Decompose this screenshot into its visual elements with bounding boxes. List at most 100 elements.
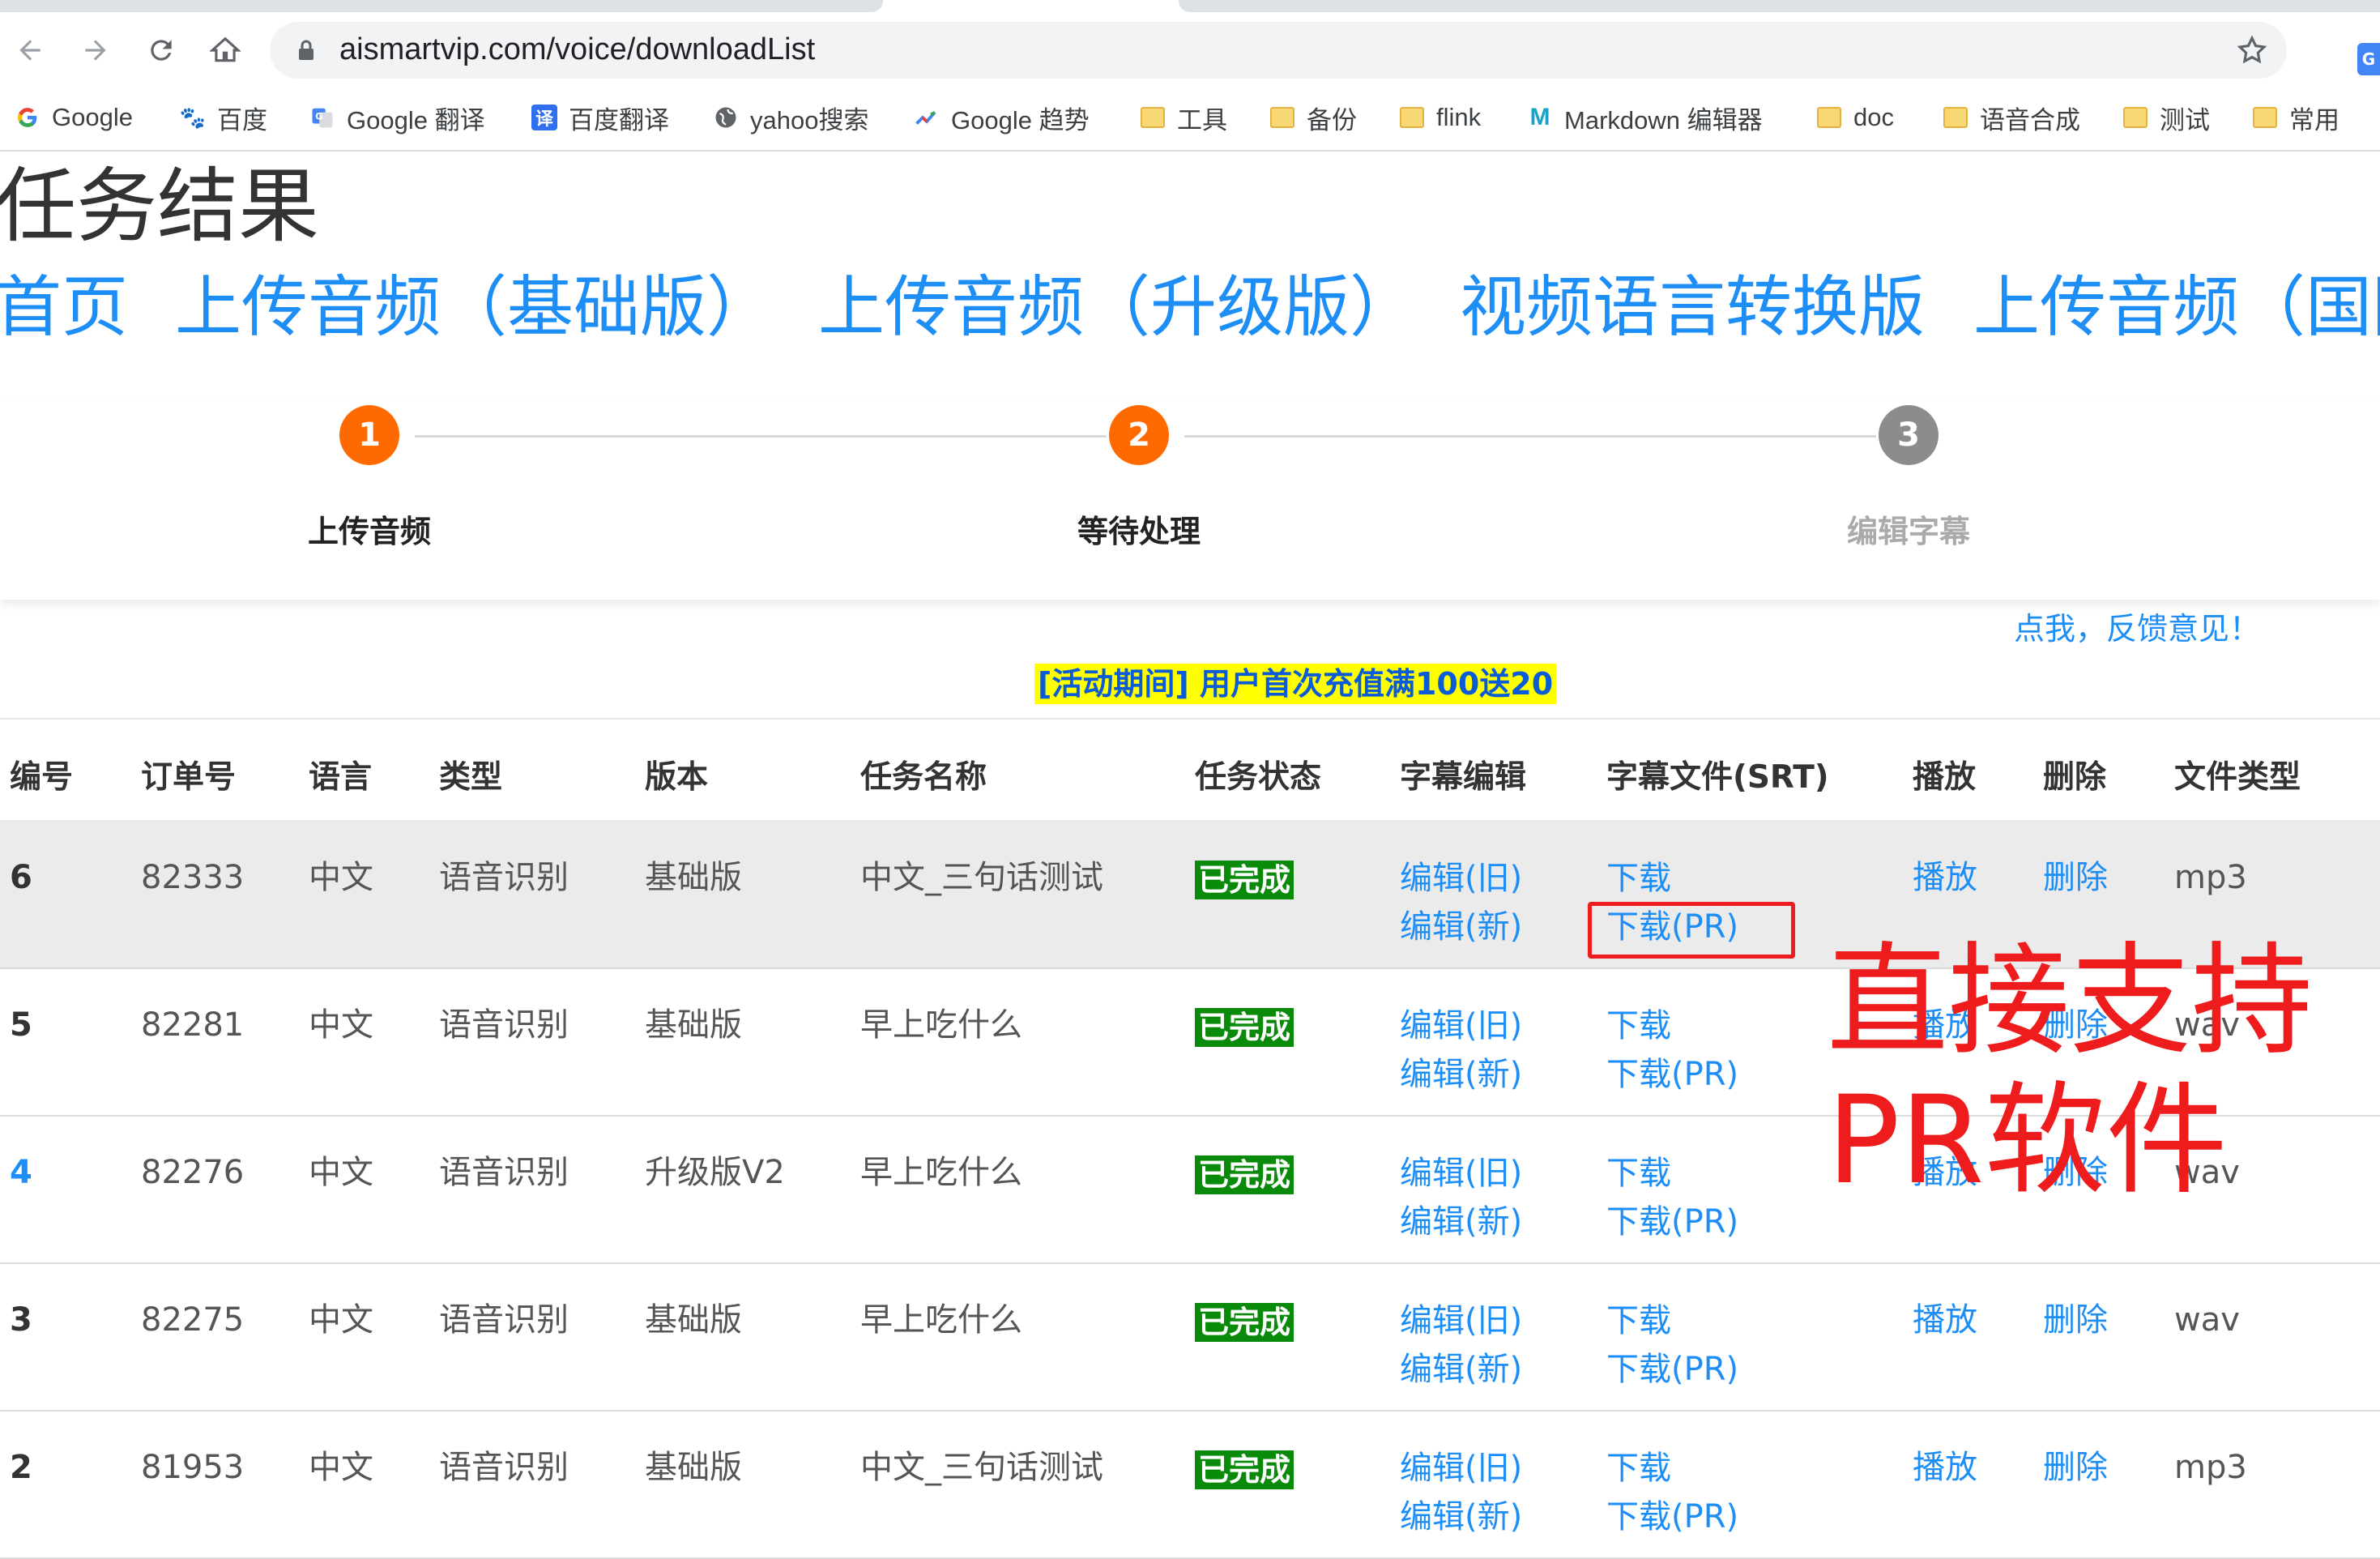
row-id: 6	[10, 859, 32, 896]
delete-link[interactable]: 删除	[2043, 854, 2108, 901]
file-type: mp3	[2174, 1449, 2247, 1486]
lock-icon	[299, 40, 313, 60]
bookmark-folder-common[interactable]: 常用	[2252, 100, 2339, 135]
download-link[interactable]: 下载	[1606, 1149, 1738, 1198]
bookmark-label: 常用	[2289, 105, 2339, 135]
bookmark-label: 百度	[217, 105, 267, 135]
task-type: 语音识别	[439, 1449, 569, 1486]
top-nav: 首页 上传音频（基础版） 上传音频（升级版） 视频语言转换版 上传音频（国际	[0, 263, 2380, 352]
bookmark-markdown[interactable]: M Markdown 编辑器	[1527, 100, 1763, 135]
download-link[interactable]: 下载	[1606, 1444, 1738, 1493]
folder-icon	[2252, 105, 2278, 130]
forward-button[interactable]	[75, 30, 116, 70]
delete-link[interactable]: 删除	[2043, 1444, 2108, 1491]
table-header: 编号 订单号 语言 类型 版本 任务名称 任务状态 字幕编辑 字幕文件(SRT)…	[0, 718, 2380, 823]
order-number: 82281	[141, 1006, 245, 1044]
status-badge: 已完成	[1195, 1303, 1294, 1342]
edit-new-link[interactable]: 编辑(新)	[1400, 1493, 1522, 1541]
bookmark-folder-test[interactable]: 测试	[2122, 100, 2210, 135]
progress-steps: 1 2 3 上传音频 等待处理 编辑字幕	[0, 397, 2380, 600]
delete-link[interactable]: 删除	[2043, 1296, 2108, 1343]
inactive-tab[interactable]	[1179, 0, 2380, 12]
bookmark-google-trends[interactable]: Google 趋势	[914, 100, 1090, 135]
inactive-tab[interactable]	[0, 0, 883, 12]
extension-icon[interactable]: G	[2357, 43, 2380, 75]
step-1-circle: 1	[339, 405, 399, 465]
reload-icon	[151, 40, 172, 61]
task-type: 语音识别	[439, 1154, 569, 1191]
nav-video-language[interactable]: 视频语言转换版	[1460, 263, 1925, 352]
annotation-text: 直接支持 PR软件	[1827, 931, 2314, 1211]
edit-new-link[interactable]: 编辑(新)	[1400, 1198, 1522, 1246]
row-id[interactable]: 4	[10, 1149, 32, 1196]
download-pr-link[interactable]: 下载(PR)	[1606, 1493, 1738, 1541]
column-header: 播放	[1913, 759, 1977, 796]
nav-upload-basic[interactable]: 上传音频（基础版）	[175, 263, 773, 352]
star-icon[interactable]	[2235, 33, 2269, 67]
bookmark-baidu[interactable]: 🐾 百度	[180, 100, 267, 135]
trends-icon	[914, 105, 940, 130]
nav-upload-international[interactable]: 上传音频（国际	[1973, 263, 2380, 352]
column-header: 任务名称	[860, 759, 987, 796]
edit-old-link[interactable]: 编辑(旧)	[1400, 1296, 1522, 1345]
bookmark-folder-doc[interactable]: doc	[1816, 100, 1894, 135]
order-number: 81953	[141, 1449, 245, 1486]
bookmark-google-translate[interactable]: G Google 翻译	[309, 100, 485, 135]
edit-new-link[interactable]: 编辑(新)	[1400, 1345, 1522, 1394]
play-link[interactable]: 播放	[1913, 1444, 1977, 1491]
download-link[interactable]: 下载	[1606, 854, 1738, 903]
download-pr-link[interactable]: 下载(PR)	[1606, 1345, 1738, 1394]
nav-upload-advanced[interactable]: 上传音频（升级版）	[818, 263, 1416, 352]
version: 基础版	[645, 859, 742, 896]
feedback-link[interactable]: 点我，反馈意见！	[2014, 604, 2260, 648]
column-header: 字幕文件(SRT)	[1606, 759, 1829, 796]
download-link[interactable]: 下载	[1606, 1296, 1738, 1345]
table-row: 2 81953 中文 语音识别 基础版 中文_三句话测试 已完成 编辑(旧) 编…	[0, 1410, 2380, 1559]
bookmark-folder-tools[interactable]: 工具	[1140, 100, 1227, 135]
srt-download-links: 下载 下载(PR)	[1606, 1002, 1738, 1099]
page-title: 任务结果	[0, 159, 319, 254]
play-link[interactable]: 播放	[1913, 854, 1977, 901]
svg-text:G: G	[315, 112, 322, 122]
bookmark-google[interactable]: Google	[15, 100, 133, 135]
play-link[interactable]: 播放	[1913, 1296, 1977, 1343]
step-3-circle: 3	[1879, 405, 1939, 465]
download-pr-link[interactable]: 下载(PR)	[1606, 1050, 1738, 1099]
step-2-circle: 2	[1109, 405, 1169, 465]
edit-new-link[interactable]: 编辑(新)	[1400, 903, 1522, 951]
reload-button[interactable]	[141, 30, 181, 70]
back-button[interactable]	[10, 30, 50, 70]
language: 中文	[309, 1006, 373, 1044]
bookmark-folder-backup[interactable]: 备份	[1269, 100, 1357, 135]
bookmark-label: doc	[1853, 103, 1894, 131]
step-2-label: 等待处理	[1077, 514, 1201, 549]
bookmark-baidu-translate[interactable]: 译 百度翻译	[531, 100, 669, 135]
step-connector	[1184, 435, 1876, 438]
edit-old-link[interactable]: 编辑(旧)	[1400, 1149, 1522, 1198]
nav-home[interactable]: 首页	[0, 263, 128, 352]
bookmark-label: 工具	[1177, 105, 1227, 135]
bookmark-yahoo[interactable]: yahoo搜索	[713, 100, 868, 135]
subtitle-edit-links: 编辑(旧) 编辑(新)	[1400, 1444, 1522, 1541]
address-bar[interactable]: aismartvip.com/voice/downloadList	[270, 22, 2287, 79]
bookmark-folder-flink[interactable]: flink	[1399, 100, 1481, 135]
language: 中文	[309, 1154, 373, 1191]
home-button[interactable]	[205, 30, 245, 70]
version: 升级版V2	[645, 1154, 785, 1191]
bookmark-label: Markdown 编辑器	[1564, 105, 1763, 135]
tab-strip	[0, 0, 2380, 12]
srt-download-links: 下载 下载(PR)	[1606, 1296, 1738, 1394]
url-text[interactable]: aismartvip.com/voice/downloadList	[339, 32, 815, 67]
edit-old-link[interactable]: 编辑(旧)	[1400, 854, 1522, 903]
version: 基础版	[645, 1006, 742, 1044]
folder-icon	[1943, 105, 1968, 130]
promo-banner: [活动期间] 用户首次充值满100送20	[1034, 664, 1557, 704]
status-badge: 已完成	[1195, 1155, 1294, 1194]
download-pr-link[interactable]: 下载(PR)	[1606, 1198, 1738, 1246]
edit-old-link[interactable]: 编辑(旧)	[1400, 1444, 1522, 1493]
edit-old-link[interactable]: 编辑(旧)	[1400, 1002, 1522, 1050]
bookmark-label: Google 翻译	[347, 105, 485, 135]
bookmark-folder-tts[interactable]: 语音合成	[1943, 100, 2080, 135]
edit-new-link[interactable]: 编辑(新)	[1400, 1050, 1522, 1099]
download-link[interactable]: 下载	[1606, 1002, 1738, 1050]
